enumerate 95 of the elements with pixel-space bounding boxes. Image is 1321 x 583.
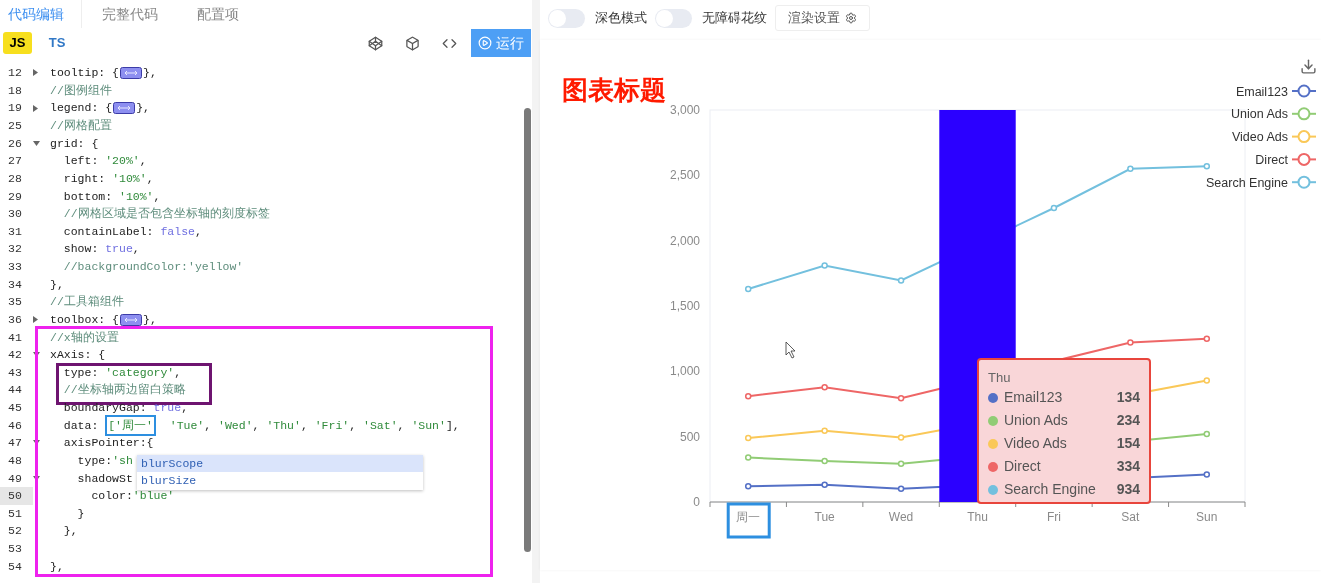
axis-label: Sun xyxy=(1196,510,1218,524)
highlighted-code: ['周一' xyxy=(105,414,156,436)
code-line: show: true, xyxy=(62,241,140,258)
code-line: type:'sh xyxy=(76,452,133,469)
toggle-label: 无障碍花纹 xyxy=(702,9,767,28)
line-number: 44 xyxy=(7,382,23,399)
code-text: 'Tue', 'Wed', 'Thu', 'Fri', 'Sat', 'Sun'], xyxy=(168,417,460,434)
line-number: 33 xyxy=(7,259,23,276)
axis-label: Sat xyxy=(1121,510,1140,524)
code-text: }, xyxy=(143,65,157,82)
line-number: 54 xyxy=(7,558,23,575)
line-number: 30 xyxy=(7,206,23,223)
line-number: 27 xyxy=(7,153,23,170)
series-value: 234 xyxy=(1116,411,1140,430)
code-text: legend: { xyxy=(50,100,113,117)
legend-label: Email123 xyxy=(1235,84,1289,99)
line-number: 51 xyxy=(7,505,23,522)
axis-label: 周一 xyxy=(736,510,761,524)
line-number: 28 xyxy=(7,170,23,187)
code-line: //backgroundColor:'yellow' xyxy=(62,259,244,276)
axis-label: 3,000 xyxy=(669,103,700,117)
line-number: 45 xyxy=(7,400,23,417)
legend-label: Video Ads xyxy=(1231,130,1288,145)
code-line: //工具箱组件 xyxy=(50,294,124,311)
line-number: 29 xyxy=(7,188,23,205)
code-line: type: 'category', xyxy=(62,364,182,381)
code-line: containLabel: false, xyxy=(62,223,202,240)
axis-label: 1,500 xyxy=(669,299,700,313)
legend-label: Search Engine xyxy=(1205,175,1289,190)
code-line: bottom: '10%', xyxy=(62,188,161,205)
code-line: //网格配置 xyxy=(50,118,112,135)
line-number: 32 xyxy=(7,241,23,258)
code-line: }, xyxy=(50,558,64,575)
tooltip-title: Thu xyxy=(988,369,1012,386)
code-line: shadowSt xyxy=(76,470,133,487)
series-value: 934 xyxy=(1116,480,1140,499)
line-number: 52 xyxy=(7,523,23,540)
line-number: 26 xyxy=(7,135,23,152)
code-line: xAxis: { xyxy=(50,347,106,364)
code-line: } xyxy=(76,505,85,522)
line-number: 31 xyxy=(7,223,23,240)
axis-label: 0 xyxy=(693,495,700,509)
legend-label: Union Ads xyxy=(1231,107,1288,122)
series-value: 334 xyxy=(1116,457,1140,476)
axis-label: 2,500 xyxy=(669,168,700,183)
code-text: tooltip: { xyxy=(50,65,119,82)
line-number: 41 xyxy=(7,329,23,346)
axis-label: 1,000 xyxy=(669,364,700,379)
code-line: }, xyxy=(62,523,78,540)
series-value: 154 xyxy=(1116,434,1140,453)
code-line: grid: { xyxy=(50,135,99,152)
axis-label: Fri xyxy=(1046,510,1061,524)
line-number: 34 xyxy=(7,276,23,293)
code-line: //坐标轴两边留白策略 xyxy=(62,382,186,399)
line-number: 48 xyxy=(7,452,23,469)
code-line: boundaryGap: true, xyxy=(62,400,189,417)
code-line: }, xyxy=(50,276,64,293)
code-line: color:'blue' xyxy=(90,488,175,505)
line-number: 50 xyxy=(0,487,33,505)
series-name: Union Ads xyxy=(1004,411,1069,430)
code-line: right: '10%', xyxy=(62,170,154,187)
series-name: Direct xyxy=(1004,457,1042,476)
series-name: Email123 xyxy=(1004,388,1064,407)
axis-label: Thu xyxy=(967,510,988,524)
line-number: 36 xyxy=(7,311,23,328)
chart-title: 图表标题 xyxy=(562,75,666,105)
line-number: 42 xyxy=(7,347,23,364)
line-number: 18 xyxy=(7,82,23,99)
code-line: axisPointer:{ xyxy=(62,435,154,452)
code-text: }, xyxy=(143,311,157,328)
line-number: 19 xyxy=(7,100,23,117)
code-text: toolbox: { xyxy=(50,311,119,328)
line-number: 46 xyxy=(7,417,23,434)
line-number: 25 xyxy=(7,118,23,135)
code-line: left: '20%', xyxy=(62,153,147,170)
axis-label: Tue xyxy=(814,510,835,524)
toggle-label: 深色模式 xyxy=(595,9,647,28)
axis-label: Wed xyxy=(888,510,914,524)
line-number: 43 xyxy=(7,364,23,381)
code-line: //x轴的设置 xyxy=(50,329,119,346)
line-number: 35 xyxy=(7,294,23,311)
line-number: 53 xyxy=(7,541,23,558)
series-value: 134 xyxy=(1116,388,1140,407)
line-number: 12 xyxy=(7,65,23,82)
code-text: data: xyxy=(62,417,100,434)
line-number: 47 xyxy=(7,435,23,452)
line-number: 49 xyxy=(7,470,23,487)
code-text: }, xyxy=(136,100,150,117)
code-line: //网格区域是否包含坐标轴的刻度标签 xyxy=(62,206,270,223)
series-name: Search Engine xyxy=(1004,480,1097,499)
axis-label: 500 xyxy=(679,429,700,444)
axis-label: 2,000 xyxy=(669,233,700,248)
series-name: Video Ads xyxy=(1004,434,1068,453)
legend-label: Direct xyxy=(1255,152,1289,167)
code-line: //图例组件 xyxy=(50,82,112,99)
